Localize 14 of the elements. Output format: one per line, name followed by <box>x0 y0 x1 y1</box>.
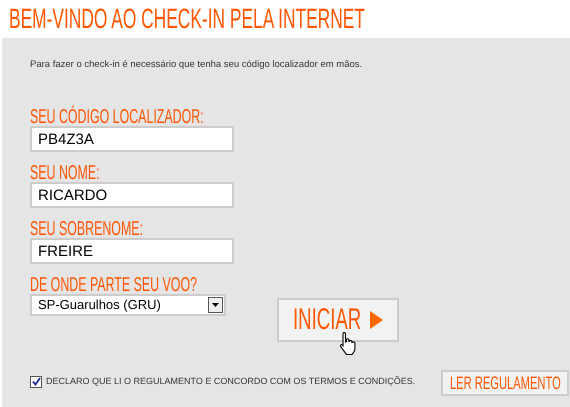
input-field[interactable]: PB4Z3A <box>30 126 234 152</box>
field-label: SEU SOBRENOME: <box>30 220 144 238</box>
page-title: BEM-VINDO AO CHECK-IN PELA INTERNET <box>9 5 365 33</box>
hand-cursor-icon <box>338 331 358 355</box>
field-label: SEU CÓDIGO LOCALIZADOR: <box>30 108 204 126</box>
agreement-label: DECLARO QUE LI O REGULAMENTO E CONCORDO COM OS TERMOS E CONDIÇÕES. <box>46 375 416 388</box>
field-label: SEU NOME: <box>30 164 101 182</box>
input-field[interactable]: FREIRE <box>30 238 234 264</box>
play-arrow-icon <box>370 311 382 329</box>
departure-dropdown[interactable]: SP-Guarulhos (GRU) <box>30 294 226 316</box>
intro-text: Para fazer o check-in é necessário que tenha seu código localizador em mãos. <box>30 58 362 72</box>
input-field[interactable]: RICARDO <box>30 182 234 208</box>
agreement-checkbox[interactable] <box>30 376 42 388</box>
field-label: DE ONDE PARTE SEU VOO? <box>30 276 198 294</box>
